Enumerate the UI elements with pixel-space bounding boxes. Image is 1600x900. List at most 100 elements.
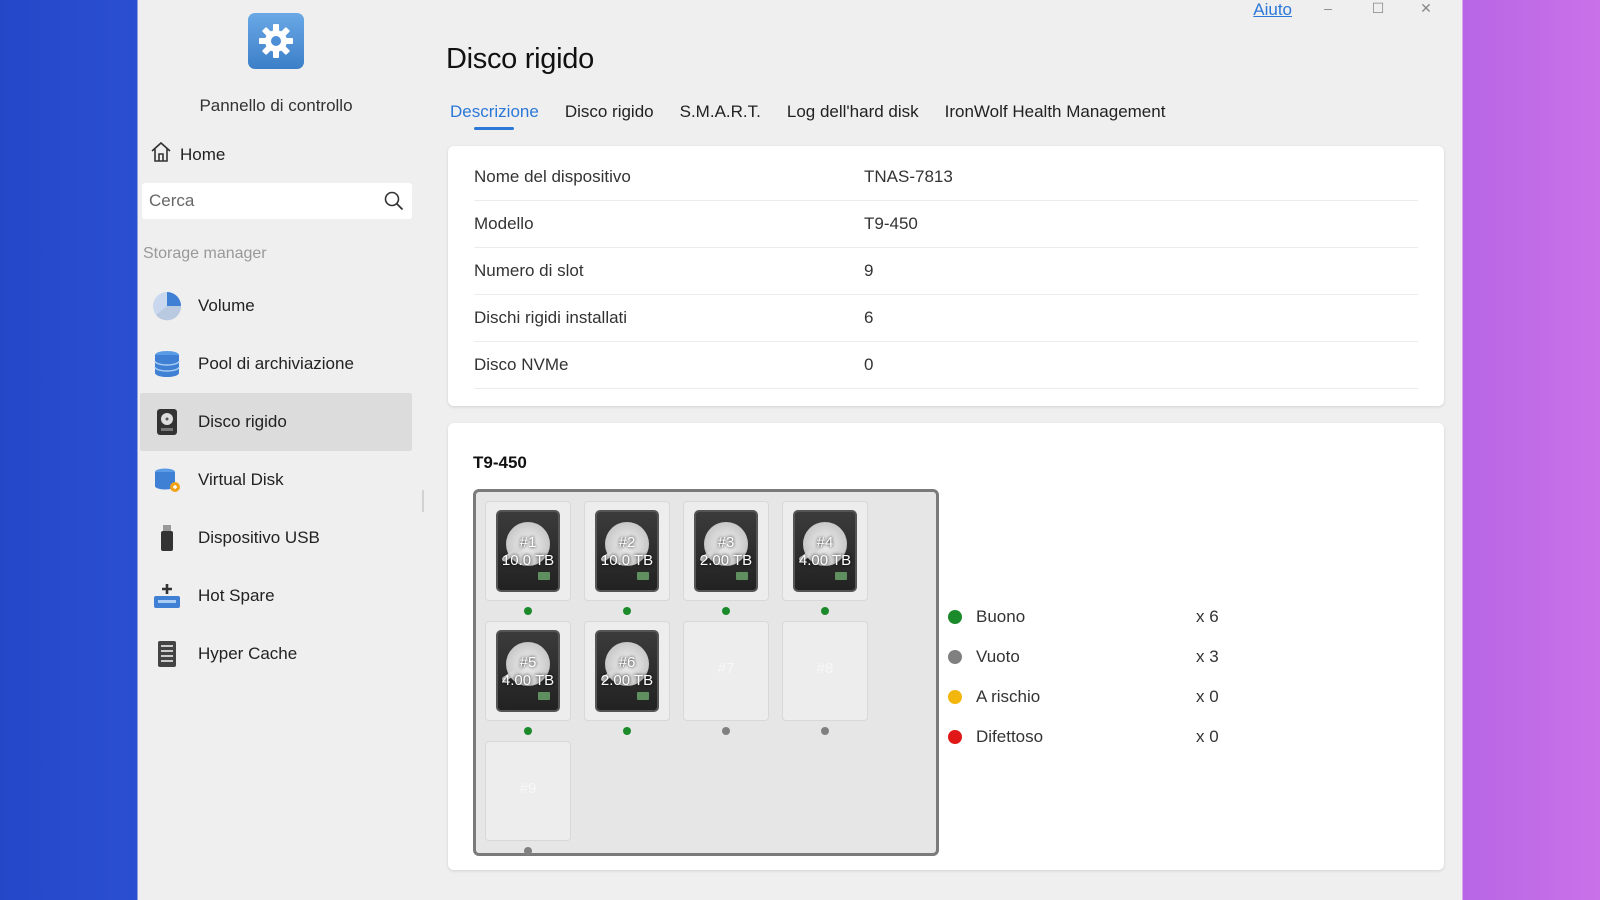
- info-row: Dischi rigidi installati 6: [474, 295, 1418, 342]
- disk-chip: [835, 572, 847, 580]
- search-input[interactable]: [142, 191, 376, 211]
- slot-capacity: 10.0 TB: [600, 552, 654, 569]
- legend-item: Buono x 6: [948, 597, 1248, 637]
- slot-number: #1: [519, 534, 537, 551]
- info-value: 0: [864, 355, 874, 374]
- slot-status-led: [821, 727, 829, 735]
- enclosure-diagram: #1 10.0 TB #2 10.0 TB #3 2.00 TB #4 4.00 TB #5 4.…: [473, 489, 939, 856]
- cache-icon: [152, 639, 182, 669]
- tab-disk-log[interactable]: Log dell'hard disk: [787, 102, 919, 130]
- disk-chip: [637, 572, 649, 580]
- sidebar-item-usb-device[interactable]: Dispositivo USB: [140, 509, 412, 567]
- sidebar-item-label: Hot Spare: [198, 586, 275, 605]
- sidebar-item-virtual-disk[interactable]: Virtual Disk: [140, 451, 412, 509]
- drive-slot[interactable]: #1 10.0 TB: [485, 501, 571, 601]
- home-link[interactable]: Home: [150, 141, 225, 168]
- legend-count: x 0: [1196, 727, 1219, 746]
- slot-capacity: 4.00 TB: [798, 552, 852, 569]
- slot-number: #4: [816, 534, 834, 551]
- sidebar-item-label: Volume: [198, 296, 255, 315]
- slot-status-led: [623, 607, 631, 615]
- search-box: [142, 183, 412, 219]
- slot-number: #3: [717, 534, 735, 551]
- minimize-button[interactable]: –: [1316, 0, 1340, 20]
- info-label: Dischi rigidi installati: [474, 308, 628, 327]
- sidebar-item-volume[interactable]: Volume: [140, 277, 412, 335]
- info-label: Modello: [474, 214, 534, 233]
- slot-status-led: [623, 727, 631, 735]
- sidebar-item-label: Pool di archiviazione: [198, 354, 354, 373]
- slot-capacity: 2.00 TB: [699, 552, 753, 569]
- sidebar-item-label: Dispositivo USB: [198, 528, 320, 547]
- enclosure-card: T9-450 #1 10.0 TB #2 10.0 TB #3 2.00 TB #4 4.00…: [448, 423, 1444, 870]
- disk-chip: [736, 572, 748, 580]
- disk-chip: [538, 692, 550, 700]
- slot-status-led: [524, 727, 532, 735]
- info-label: Disco NVMe: [474, 355, 569, 374]
- drive-slot[interactable]: #2 10.0 TB: [584, 501, 670, 601]
- slot-number: #8: [816, 660, 834, 677]
- info-row: Modello T9-450: [474, 201, 1418, 248]
- slot-status-led: [722, 607, 730, 615]
- legend-item: A rischio x 0: [948, 677, 1248, 717]
- info-label: Nome del dispositivo: [474, 167, 631, 186]
- legend-count: x 6: [1196, 607, 1219, 626]
- tab-bar: Descrizione Disco rigido S.M.A.R.T. Log …: [450, 102, 1165, 130]
- hard-disk-icon: [152, 407, 182, 437]
- info-row: Disco NVMe 0: [474, 342, 1418, 389]
- legend-label: A rischio: [976, 687, 1041, 706]
- sidebar: Pannello di controllo Home Storage manag…: [140, 0, 412, 900]
- sidebar-item-hot-spare[interactable]: Hot Spare: [140, 567, 412, 625]
- control-panel-window: Pannello di controllo Home Storage manag…: [140, 0, 1460, 900]
- close-button[interactable]: ✕: [1414, 0, 1438, 20]
- gear-icon: [248, 13, 304, 69]
- info-row: Numero di slot 9: [474, 248, 1418, 295]
- legend-count: x 0: [1196, 687, 1219, 706]
- virtual-disk-icon: [152, 465, 182, 495]
- slot-status-led: [524, 847, 532, 855]
- legend-item: Difettoso x 0: [948, 717, 1248, 757]
- tab-description[interactable]: Descrizione: [450, 102, 539, 130]
- sidebar-item-storage-pool[interactable]: Pool di archiviazione: [140, 335, 412, 393]
- slot-status-led: [524, 607, 532, 615]
- database-icon: [152, 349, 182, 379]
- drive-slot[interactable]: #6 2.00 TB: [584, 621, 670, 721]
- drive-slot[interactable]: #5 4.00 TB: [485, 621, 571, 721]
- drive-slot[interactable]: #8: [782, 621, 868, 721]
- legend-label: Vuoto: [976, 647, 1020, 666]
- info-value: T9-450: [864, 214, 918, 233]
- info-value: 9: [864, 261, 874, 280]
- sidebar-item-label: Disco rigido: [198, 412, 287, 431]
- drive-slot[interactable]: #4 4.00 TB: [782, 501, 868, 601]
- device-info-card: Nome del dispositivo TNAS-7813 Modello T…: [448, 146, 1444, 406]
- page-title: Disco rigido: [446, 43, 594, 75]
- legend-item: Vuoto x 3: [948, 637, 1248, 677]
- sidebar-item-label: Virtual Disk: [198, 470, 284, 489]
- slot-number: #7: [717, 660, 735, 677]
- help-link[interactable]: Aiuto: [1253, 0, 1292, 20]
- hot-spare-icon: [152, 581, 182, 611]
- sidebar-item-hyper-cache[interactable]: Hyper Cache: [140, 625, 412, 683]
- tab-smart[interactable]: S.M.A.R.T.: [680, 102, 761, 130]
- drive-slot[interactable]: #9: [485, 741, 571, 841]
- slot-number: #6: [618, 654, 636, 671]
- slot-status-led: [722, 727, 730, 735]
- slot-capacity: 2.00 TB: [600, 672, 654, 689]
- section-storage-manager: Storage manager: [143, 245, 267, 262]
- info-row: Nome del dispositivo TNAS-7813: [474, 154, 1418, 201]
- slot-number: #2: [618, 534, 636, 551]
- sidebar-item-hard-disk[interactable]: Disco rigido: [140, 393, 412, 451]
- maximize-button[interactable]: ☐: [1366, 0, 1390, 20]
- tab-hard-disk[interactable]: Disco rigido: [565, 102, 654, 130]
- slot-status-led: [821, 607, 829, 615]
- tab-ironwolf-health[interactable]: IronWolf Health Management: [945, 102, 1166, 130]
- app-title: Pannello di controllo: [199, 96, 353, 115]
- legend-label: Difettoso: [976, 727, 1044, 746]
- search-icon[interactable]: [376, 183, 412, 219]
- info-label: Numero di slot: [474, 261, 584, 280]
- drive-slot[interactable]: #3 2.00 TB: [683, 501, 769, 601]
- pie-chart-icon: [152, 291, 182, 321]
- sidebar-resize-handle[interactable]: [422, 490, 424, 512]
- disk-chip: [538, 572, 550, 580]
- drive-slot[interactable]: #7: [683, 621, 769, 721]
